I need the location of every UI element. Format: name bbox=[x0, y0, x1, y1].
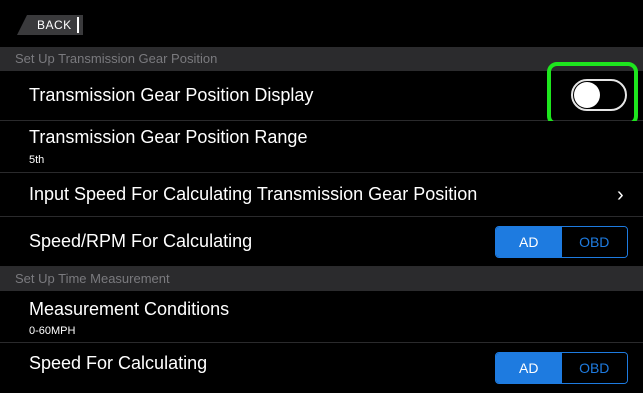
row-input-speed[interactable]: Input Speed For Calculating Transmission… bbox=[0, 173, 643, 217]
navigation-bar: BACK bbox=[0, 0, 643, 44]
seg-option-ad[interactable]: AD bbox=[496, 227, 562, 257]
seg-option-obd[interactable]: OBD bbox=[561, 227, 627, 257]
row-title-measurement: Measurement Conditions bbox=[29, 299, 230, 319]
row-measurement-conditions[interactable]: Measurement Conditions 0-60MPH bbox=[0, 291, 643, 343]
section-header-time-measurement: Set Up Time Measurement bbox=[0, 267, 643, 291]
back-button-label: BACK bbox=[37, 18, 72, 32]
section-header-gear-position: Set Up Transmission Gear Position bbox=[0, 47, 643, 71]
row-title-input-speed: Input Speed For Calculating Transmission… bbox=[29, 184, 478, 204]
chevron-right-icon: › bbox=[617, 184, 624, 206]
speed-rpm-segmented-control[interactable]: AD OBD bbox=[495, 226, 628, 258]
text-cursor bbox=[77, 17, 79, 33]
measurement-value: 0-60MPH bbox=[29, 325, 76, 337]
back-button[interactable]: BACK bbox=[17, 15, 83, 35]
speed-calc-segmented-control[interactable]: AD OBD bbox=[495, 352, 628, 384]
seg-option-ad[interactable]: AD bbox=[496, 353, 562, 383]
gear-range-value: 5th bbox=[29, 154, 45, 166]
row-title-speed-rpm: Speed/RPM For Calculating bbox=[29, 231, 253, 251]
row-title-gear-range: Transmission Gear Position Range bbox=[29, 127, 308, 147]
row-title-speed-calc: Speed For Calculating bbox=[29, 353, 208, 373]
gear-display-toggle[interactable] bbox=[571, 79, 627, 111]
toggle-knob bbox=[574, 82, 600, 108]
row-gear-position-range[interactable]: Transmission Gear Position Range 5th bbox=[0, 121, 643, 173]
seg-option-obd[interactable]: OBD bbox=[561, 353, 627, 383]
row-title-gear-display: Transmission Gear Position Display bbox=[29, 85, 314, 105]
